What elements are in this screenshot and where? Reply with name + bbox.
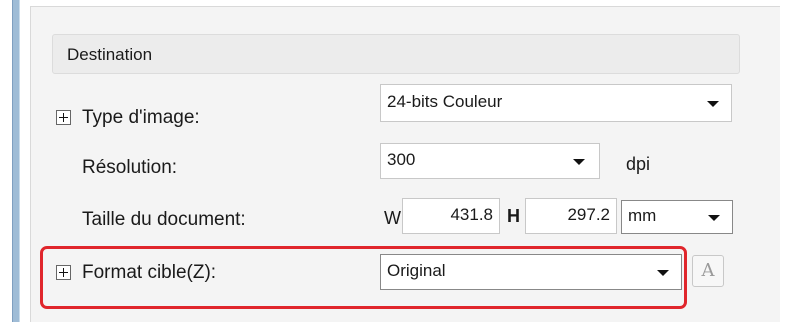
- target-format-expand-icon[interactable]: [56, 265, 71, 280]
- target-format-label: Format cible(Z):: [82, 262, 217, 283]
- height-prefix: H: [507, 206, 520, 226]
- height-value: 297.2: [567, 205, 610, 225]
- resolution-unit: dpi: [626, 154, 651, 174]
- image-type-label: Type d'image:: [82, 107, 200, 128]
- image-type-select[interactable]: 24-bits Couleur: [380, 84, 732, 122]
- chevron-down-icon: [708, 215, 720, 221]
- target-format-value: Original: [387, 261, 446, 281]
- width-prefix: W: [384, 208, 401, 228]
- size-unit-value: mm: [628, 206, 657, 226]
- image-type-value: 24-bits Couleur: [387, 92, 503, 112]
- destination-section-header: Destination: [52, 34, 740, 74]
- size-unit-select[interactable]: mm: [621, 200, 733, 234]
- resolution-value: 300: [387, 150, 416, 170]
- height-input[interactable]: 297.2: [525, 198, 617, 234]
- document-size-label: Taille du document:: [82, 209, 246, 230]
- resolution-select[interactable]: 300: [380, 143, 600, 179]
- resolution-label: Résolution:: [82, 157, 178, 178]
- target-format-select[interactable]: Original: [380, 254, 682, 290]
- destination-header-label: Destination: [67, 45, 153, 64]
- left-scrollbar-edge: [12, 0, 20, 322]
- chevron-down-icon: [707, 101, 719, 107]
- width-input[interactable]: 431.8: [402, 198, 500, 234]
- chevron-down-icon: [657, 270, 669, 276]
- width-value: 431.8: [450, 205, 493, 225]
- chevron-down-icon: [573, 159, 585, 165]
- image-type-expand-icon[interactable]: [56, 110, 71, 125]
- scan-settings-window: Destination Type d'image: 24-bits Couleu…: [0, 0, 798, 322]
- lock-aspect-button[interactable]: A: [692, 255, 724, 287]
